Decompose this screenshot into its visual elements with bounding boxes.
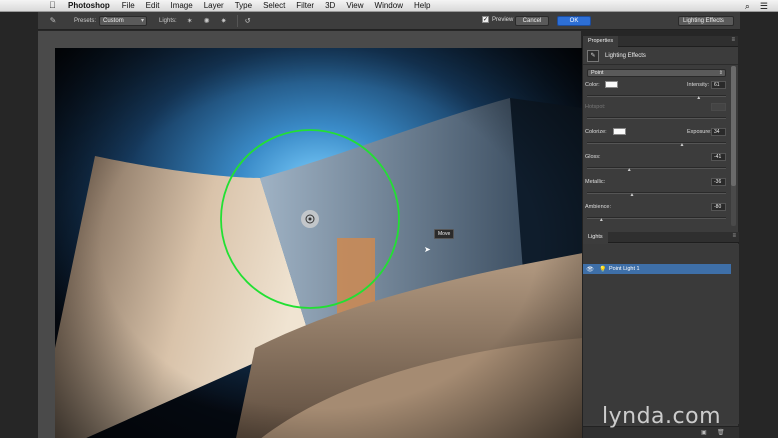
panel-menu-icon[interactable]: ≡ <box>731 37 735 43</box>
light-type-dropdown[interactable]: Point <box>587 69 726 77</box>
photo-image <box>55 48 583 438</box>
options-bar: ✎ Presets: Custom Lights: ✶ ✺ ✷ ↺ ✓ Prev… <box>38 12 740 30</box>
ambience-field[interactable]: -80 <box>711 203 726 211</box>
ok-button[interactable]: OK <box>557 16 591 26</box>
panel-dock: Properties ≡ ✎ Lighting Effects Point Co… <box>582 35 739 438</box>
properties-title: Lighting Effects <box>605 52 646 59</box>
colorize-swatch[interactable] <box>613 128 626 135</box>
color-label: Color: <box>585 82 600 88</box>
menu-file[interactable]: File <box>122 1 135 10</box>
add-infinite-light-icon[interactable]: ✷ <box>217 17 231 25</box>
metallic-label: Metallic: <box>585 179 606 185</box>
canvas-area: Move ➤ <box>38 31 583 438</box>
hotspot-field <box>711 103 726 111</box>
colorize-label: Colorize: <box>585 129 607 135</box>
color-intensity-row: Color: Intensity: 61 <box>583 80 738 92</box>
menu-app-name[interactable]: Photoshop <box>68 1 110 10</box>
lights-label: Lights: <box>159 17 177 24</box>
workspace-switcher[interactable]: Lighting Effects <box>678 16 734 26</box>
divider <box>236 14 238 27</box>
menu-filter[interactable]: Filter <box>296 1 314 10</box>
presets-dropdown[interactable]: Custom <box>99 15 148 26</box>
metallic-thumb[interactable]: ▲ <box>629 193 634 198</box>
light-name[interactable]: Point Light 1 <box>609 266 640 272</box>
intensity-thumb[interactable]: ▲ <box>696 96 701 101</box>
metallic-row: Metallic: -36 <box>583 177 738 189</box>
hotspot-slider <box>587 114 726 124</box>
exposure-field[interactable]: 34 <box>711 128 726 136</box>
hotspot-row: Hotspot: <box>583 102 738 114</box>
menu-window[interactable]: Window <box>375 1 403 10</box>
gloss-label: Gloss: <box>585 154 601 160</box>
preview-checkbox[interactable]: ✓ Preview <box>482 16 513 23</box>
menu-3d[interactable]: 3D <box>325 1 335 10</box>
lighting-effects-icon: ✎ <box>587 49 599 62</box>
hotspot-track <box>587 117 726 119</box>
presets-label: Presets: <box>74 17 97 24</box>
lights-panel: Lights ≡ <box>583 231 739 243</box>
gloss-track <box>587 167 726 169</box>
colorize-exposure-row: Colorize: Exposure: 34 <box>583 127 738 139</box>
notification-list-icon[interactable]: ☰ <box>760 1 768 12</box>
photo-canvas[interactable] <box>55 48 583 438</box>
ambience-thumb[interactable]: ▲ <box>599 218 604 223</box>
lighting-tool-icon[interactable]: ✎ <box>44 16 62 25</box>
reset-icon[interactable]: ↺ <box>241 17 255 25</box>
menu-bar:  Photoshop File Edit Image Layer Type S… <box>0 0 778 12</box>
ambience-row: Ambience: -80 <box>583 202 738 214</box>
intensity-field[interactable]: 61 <box>711 81 726 89</box>
menubar-status: ⌕ ☰ <box>745 0 778 12</box>
intensity-slider[interactable]: ▲ <box>587 92 726 102</box>
apple-icon[interactable]:  <box>49 1 59 10</box>
menu-help[interactable]: Help <box>414 1 430 10</box>
exposure-slider[interactable]: ▲ <box>587 139 726 149</box>
intensity-track <box>587 95 726 97</box>
properties-scrollbar[interactable] <box>731 66 736 226</box>
gloss-row: Gloss: -41 <box>583 152 738 164</box>
tab-properties[interactable]: Properties <box>583 35 619 47</box>
gloss-field[interactable]: -41 <box>711 153 726 161</box>
point-light-bulb-icon: 💡 <box>599 266 607 273</box>
light-list-item[interactable]: 👁 💡 Point Light 1 <box>583 264 731 274</box>
add-point-light-icon[interactable]: ✺ <box>200 17 214 25</box>
properties-title-row: ✎ Lighting Effects <box>583 47 738 65</box>
properties-panel-header: Properties ≡ <box>583 35 738 47</box>
intensity-label: Intensity: <box>687 82 710 88</box>
checkmark-icon[interactable]: ✓ <box>482 16 489 23</box>
ambience-label: Ambience: <box>585 204 611 210</box>
lights-panel-menu-icon[interactable]: ≡ <box>732 233 736 239</box>
new-light-icon[interactable]: ▣ <box>701 429 707 436</box>
move-tooltip: Move <box>434 229 455 239</box>
lights-panel-header: Lights ≡ <box>583 231 739 243</box>
properties-scroll-thumb[interactable] <box>731 66 736 186</box>
light-color-swatch[interactable] <box>605 81 618 88</box>
menu-view[interactable]: View <box>346 1 363 10</box>
search-icon[interactable]: ⌕ <box>745 1 750 12</box>
add-spot-light-icon[interactable]: ✶ <box>183 17 197 25</box>
metallic-slider[interactable]: ▲ <box>587 189 726 199</box>
metallic-track <box>587 192 726 194</box>
metallic-field[interactable]: -36 <box>711 178 726 186</box>
gloss-slider[interactable]: ▲ <box>587 164 726 174</box>
ambience-slider[interactable]: ▲ <box>587 214 726 224</box>
menu-type[interactable]: Type <box>235 1 252 10</box>
visibility-eye-icon[interactable]: 👁 <box>583 266 597 273</box>
preview-label: Preview <box>492 16 514 23</box>
menu-image[interactable]: Image <box>170 1 192 10</box>
tab-lights[interactable]: Lights <box>583 231 608 243</box>
cancel-button[interactable]: Cancel <box>515 16 549 26</box>
menu-edit[interactable]: Edit <box>146 1 160 10</box>
gloss-thumb[interactable]: ▲ <box>627 168 632 173</box>
menu-layer[interactable]: Layer <box>204 1 224 10</box>
hotspot-label: Hotspot: <box>585 104 606 110</box>
lynda-watermark: lynda.com <box>602 404 722 429</box>
cursor-arrow-icon: ➤ <box>424 245 431 254</box>
ambience-track <box>587 217 726 219</box>
exposure-thumb[interactable]: ▲ <box>680 143 685 148</box>
exposure-label: Exposure: <box>687 129 712 135</box>
trash-icon[interactable]: 🗑 <box>717 429 725 436</box>
menu-select[interactable]: Select <box>263 1 285 10</box>
exposure-track <box>587 142 726 144</box>
